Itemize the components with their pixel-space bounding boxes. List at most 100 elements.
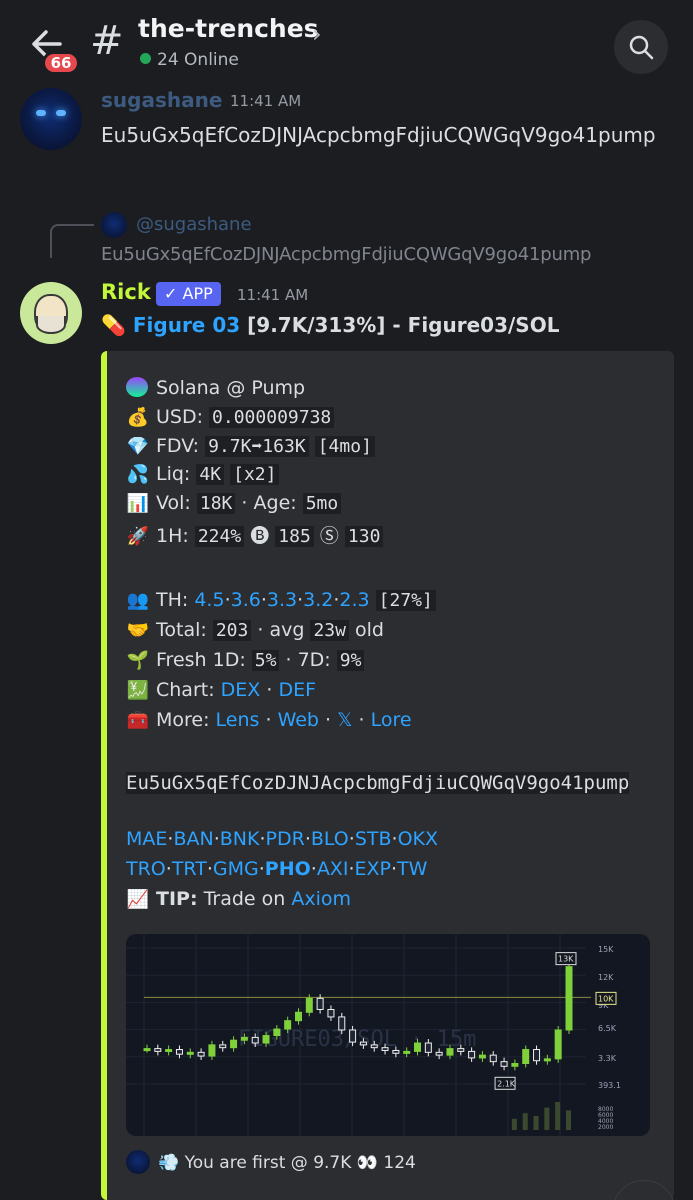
bot-link[interactable]: BNK: [220, 828, 260, 850]
candle: [359, 1041, 367, 1046]
online-count: 24 Online: [157, 50, 239, 70]
lore-link[interactable]: Lore: [371, 709, 412, 731]
def-link[interactable]: DEF: [278, 679, 316, 701]
candle: [468, 1050, 476, 1059]
usd-value: 0.000009738: [209, 407, 335, 428]
bot-link[interactable]: TRT: [172, 858, 207, 880]
candle: [284, 1020, 292, 1030]
bot-link[interactable]: OKX: [398, 828, 438, 850]
bar-chart-icon: 📊: [126, 493, 150, 514]
avatar-rick[interactable]: [20, 282, 82, 344]
volume-bar: [566, 1110, 571, 1130]
holder-link[interactable]: 2.3: [339, 589, 369, 611]
eyes-icon: 👀: [356, 1153, 378, 1173]
holder-link[interactable]: 4.5: [194, 589, 224, 611]
candle: [554, 1029, 562, 1060]
dex-link[interactable]: DEX: [221, 679, 261, 701]
th-label: TH:: [156, 589, 195, 611]
total-value: 203: [212, 620, 252, 641]
price-chart-image[interactable]: FIGURE03/SOL · 15m 15K 12K 9K 6.5K 3.3K 393.1…: [126, 934, 650, 1136]
contract-address-text[interactable]: Eu5uGx5qEfCozDJNJAcpcbmgFdjiuCQWGqV9go41…: [126, 772, 630, 794]
candle: [565, 966, 573, 1031]
age-label: · Age:: [235, 492, 303, 514]
sells-icon: Ⓢ: [319, 525, 339, 547]
fdv-label: FDV:: [156, 435, 206, 457]
bot-link[interactable]: PDR: [266, 828, 305, 850]
footer-row: 💨 You are first @ 9.7K 👀 124: [126, 1150, 416, 1174]
candle: [424, 1042, 432, 1053]
candle: [349, 1029, 357, 1043]
people-icon: 👥: [126, 590, 150, 611]
holder-link[interactable]: 3.3: [267, 589, 297, 611]
candle: [251, 1036, 259, 1044]
high-price-label: 13K: [558, 955, 574, 964]
bot-link[interactable]: PHO: [265, 858, 311, 880]
candle: [165, 1049, 173, 1053]
bot-link[interactable]: EXP: [354, 858, 390, 880]
search-button[interactable]: [614, 20, 668, 74]
candle: [230, 1039, 238, 1049]
bot-link[interactable]: TW: [397, 858, 427, 880]
chevron-right-icon[interactable]: ›: [312, 20, 322, 48]
candle: [262, 1035, 270, 1044]
message-author-rick[interactable]: Rick: [101, 280, 151, 304]
fdv-age: [4mo]: [314, 436, 375, 457]
y-tick-label: 3.3K: [598, 1054, 617, 1063]
avg-value: 23w: [310, 620, 349, 641]
candle: [219, 1044, 227, 1049]
chart-up-icon: 📈: [126, 889, 150, 910]
bot-link[interactable]: MAE: [126, 828, 167, 850]
holder-link[interactable]: 3.2: [303, 589, 333, 611]
channel-name[interactable]: the-trenches: [138, 14, 319, 43]
reply-author[interactable]: @sugashane: [136, 214, 252, 235]
footer-avatar: [126, 1150, 150, 1174]
reply-preview-text[interactable]: Eu5uGx5qEfCozDJNJAcpcbmgFdjiuCQWGqV9go41…: [101, 244, 591, 265]
x-link[interactable]: 𝕏: [337, 709, 352, 731]
candle: [370, 1044, 378, 1049]
bot-link[interactable]: BAN: [173, 828, 213, 850]
bot-link[interactable]: AXI: [317, 858, 349, 880]
channel-hash-icon: #: [90, 18, 124, 64]
dash-icon: 💨: [158, 1153, 185, 1173]
bot-link[interactable]: BLO: [311, 828, 349, 850]
avg-label: · avg: [251, 619, 311, 641]
candle: [327, 1008, 335, 1018]
y-tick-label: 393.1: [598, 1081, 621, 1090]
message-author[interactable]: sugashane: [101, 88, 222, 112]
y-tick-label: 6.5K: [598, 1024, 617, 1033]
avatar-sugashane[interactable]: [20, 88, 82, 150]
tip-row: 📈 TIP: Trade on Axiom: [126, 888, 351, 910]
liq-multiplier: [x2]: [230, 464, 280, 485]
candle: [522, 1049, 530, 1065]
bot-link[interactable]: STB: [355, 828, 392, 850]
online-dot-icon: [140, 53, 151, 64]
token-title-link[interactable]: Figure 03: [133, 313, 240, 337]
candle: [489, 1054, 497, 1063]
fresh-row: 🌱 Fresh 1D: 5% · 7D: 9%: [126, 649, 365, 671]
candle: [543, 1058, 551, 1062]
web-link[interactable]: Web: [278, 709, 319, 731]
buys-icon: 🅑: [250, 525, 270, 547]
chart-links-row: 💹 Chart: DEX · DEF: [126, 679, 317, 701]
lens-link[interactable]: Lens: [216, 709, 260, 731]
candle: [316, 997, 324, 1010]
online-status: 24 Online: [140, 50, 239, 70]
solana-icon: [126, 377, 148, 397]
bot-link[interactable]: TRO: [126, 858, 166, 880]
holder-link[interactable]: 3.6: [231, 589, 261, 611]
unread-badge: 66: [42, 51, 80, 75]
buys-value: 185: [275, 526, 314, 547]
fresh-7d: 9%: [336, 650, 365, 671]
more-label: More:: [156, 709, 216, 731]
money-bag-icon: 💰: [126, 407, 150, 428]
contract-address[interactable]: Eu5uGx5qEfCozDJNJAcpcbmgFdjiuCQWGqV9go41…: [126, 768, 651, 798]
bots-row-2: TRO·TRT·GMG·PHO·AXI·EXP·TW: [126, 858, 428, 880]
tip-label: TIP:: [156, 888, 198, 910]
chart-label: Chart:: [156, 679, 221, 701]
avatar-eye: [36, 110, 46, 116]
axiom-link[interactable]: Axiom: [291, 888, 351, 910]
candle: [414, 1042, 422, 1052]
fdv-row: 💎 FDV: 9.7K➡163K [4mo]: [126, 435, 375, 457]
liq-label: Liq:: [156, 463, 197, 485]
bot-link[interactable]: GMG: [213, 858, 259, 880]
